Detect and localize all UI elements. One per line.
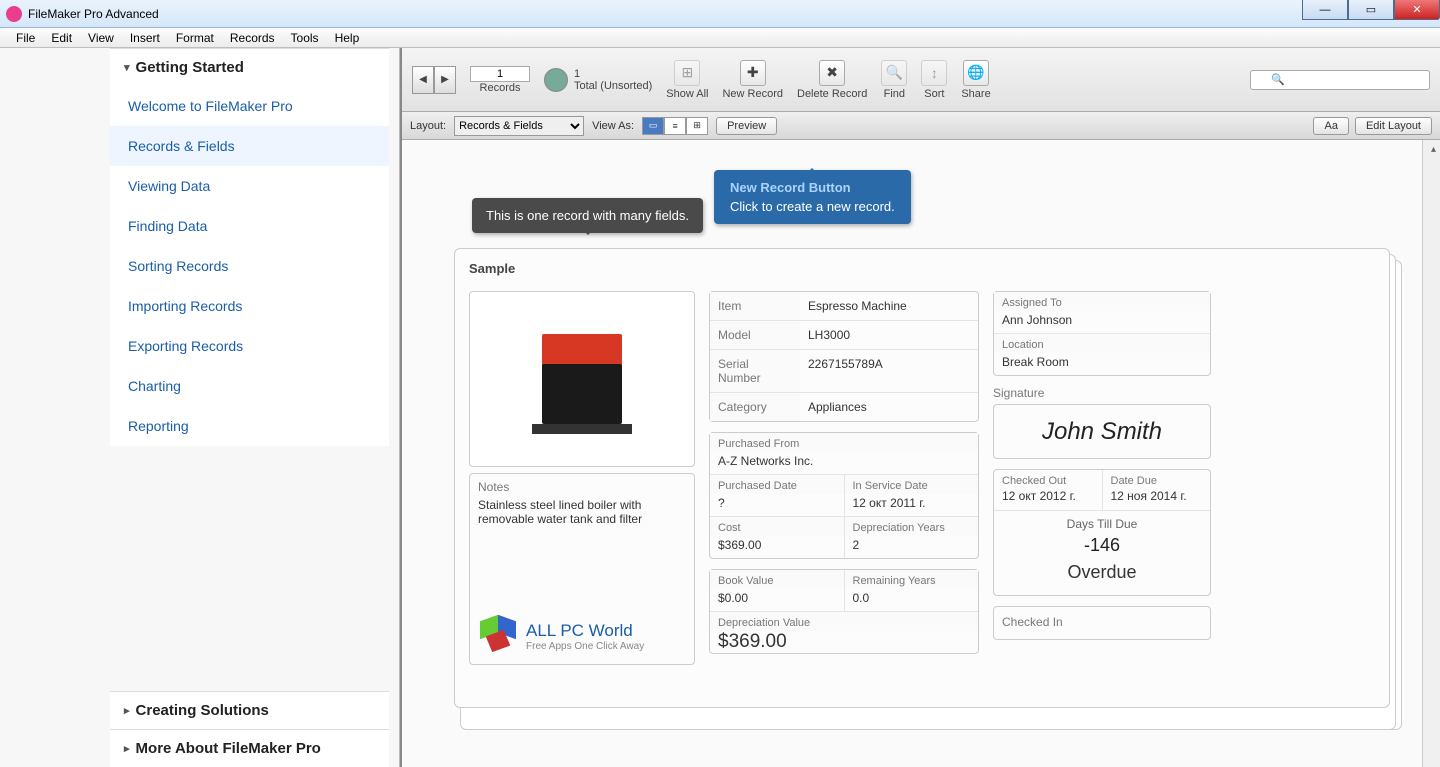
days-till-due-value: -146 [1000,531,1204,560]
menubar: File Edit View Insert Format Records Too… [0,28,1440,48]
menu-tools[interactable]: Tools [283,29,327,47]
layout-selector[interactable]: Records & Fields [454,116,584,136]
menu-edit[interactable]: Edit [43,29,80,47]
view-table-button[interactable]: ⊞ [686,117,708,135]
aa-button[interactable]: Aa [1313,117,1348,135]
scrollbar-vertical[interactable] [1422,140,1440,767]
app-icon [6,6,22,22]
show-all-icon[interactable]: ⊞ [674,60,700,86]
tooltip-new-record: New Record Button Click to create a new … [714,170,911,224]
next-record-button[interactable]: ▶ [434,66,456,94]
sample-label: Sample [469,261,515,276]
sidebar-item-sorting-records[interactable]: Sorting Records [110,246,389,286]
view-form-button[interactable]: ▭ [642,117,664,135]
record-counter: Records [470,66,530,94]
notes-field[interactable]: Notes Stainless steel lined boiler with … [469,473,695,665]
minimize-button[interactable]: — [1302,0,1348,20]
dep-value-field[interactable]: $369.00 [710,627,795,660]
sidebar-item-welcome[interactable]: Welcome to FileMaker Pro [110,86,389,126]
item-field[interactable]: Espresso Machine [800,292,978,320]
maximize-button[interactable]: ▭ [1348,0,1394,20]
category-field[interactable]: Appliances [800,393,978,421]
sidebar-section-getting-started[interactable]: ▾ Getting Started [110,48,389,86]
total-records: 1 Total (Unsorted) [544,68,652,92]
toolbar: ◀ ▶ Records 1 Total (Unsorted) ⊞Show All… [402,48,1440,112]
overdue-status: Overdue [1000,560,1204,589]
dep-years-field[interactable]: 2 [845,536,979,558]
cube-icon [480,618,516,654]
menu-help[interactable]: Help [327,29,368,47]
menu-file[interactable]: File [8,29,43,47]
sidebar-item-reporting[interactable]: Reporting [110,406,389,446]
search-input[interactable] [1250,70,1430,90]
remaining-years-field[interactable]: 0.0 [845,589,979,611]
close-button[interactable]: ✕ [1394,0,1440,20]
value-box: Book Value$0.00 Remaining Years0.0 Depre… [709,569,979,654]
new-record-icon[interactable]: ✚ [740,60,766,86]
sidebar: ▾ Getting Started Welcome to FileMaker P… [0,48,400,767]
book-value-field[interactable]: $0.00 [710,589,844,611]
item-details-box: ItemEspresso Machine ModelLH3000 Serial … [709,291,979,422]
assigned-to-field[interactable]: Ann Johnson [994,311,1210,333]
sidebar-item-exporting-records[interactable]: Exporting Records [110,326,389,366]
sidebar-section-more-about[interactable]: ▸ More About FileMaker Pro [110,729,389,767]
sidebar-item-charting[interactable]: Charting [110,366,389,406]
menu-insert[interactable]: Insert [122,29,168,47]
edit-layout-button[interactable]: Edit Layout [1355,117,1432,135]
content-area: ◀ ▶ Records 1 Total (Unsorted) ⊞Show All… [400,48,1440,767]
sidebar-item-records-fields[interactable]: Records & Fields [110,126,389,166]
menu-records[interactable]: Records [222,29,283,47]
purchased-from-field[interactable]: A-Z Networks Inc. [710,452,978,474]
record-number-input[interactable] [470,66,530,82]
window-titlebar: FileMaker Pro Advanced — ▭ ✕ [0,0,1440,28]
cost-field[interactable]: $369.00 [710,536,844,558]
chevron-down-icon: ▾ [124,61,130,74]
sidebar-item-finding-data[interactable]: Finding Data [110,206,389,246]
product-image[interactable] [469,291,695,467]
serial-field[interactable]: 2267155789A [800,350,978,392]
layout-bar: Layout: Records & Fields View As: ▭ ≡ ⊞ … [402,112,1440,140]
menu-format[interactable]: Format [168,29,222,47]
sidebar-section-creating-solutions[interactable]: ▸ Creating Solutions [110,691,389,729]
date-due-field[interactable]: 12 ноя 2014 г. [1111,489,1187,503]
pie-icon [544,68,568,92]
watermark: ALL PC World Free Apps One Click Away [480,618,684,654]
share-icon[interactable]: 🌐 [963,60,989,86]
model-field[interactable]: LH3000 [800,321,978,349]
assignment-box: Assigned ToAnn Johnson LocationBreak Roo… [993,291,1211,376]
inservice-date-field[interactable]: 12 окт 2011 г. [845,494,979,516]
tooltip-record-fields: This is one record with many fields. [472,198,703,233]
window-title: FileMaker Pro Advanced [28,7,159,21]
view-list-button[interactable]: ≡ [664,117,686,135]
location-field[interactable]: Break Room [994,353,1210,375]
record-nav: ◀ ▶ [412,66,456,94]
preview-button[interactable]: Preview [716,117,777,135]
find-icon[interactable]: 🔍 [881,60,907,86]
sidebar-item-viewing-data[interactable]: Viewing Data [110,166,389,206]
due-box: Checked Out12 окт 2012 г. Date Due12 ноя… [993,469,1211,596]
delete-record-icon[interactable]: ✖ [819,60,845,86]
purchase-box: Purchased FromA-Z Networks Inc. Purchase… [709,432,979,559]
prev-record-button[interactable]: ◀ [412,66,434,94]
checked-in-field[interactable]: Checked In [993,606,1211,640]
chevron-right-icon: ▸ [124,704,130,717]
chevron-right-icon: ▸ [124,742,130,755]
menu-view[interactable]: View [80,29,122,47]
chevron-up-icon: ▴ [1431,144,1436,155]
sort-icon[interactable]: ↕ [921,60,947,86]
espresso-machine-icon [532,324,632,434]
purchased-date-field[interactable]: ? [710,494,844,516]
signature-field[interactable]: John Smith [993,404,1211,459]
checked-out-field[interactable]: 12 окт 2012 г. [1002,489,1076,503]
sidebar-item-importing-records[interactable]: Importing Records [110,286,389,326]
record-card: Sample Notes Stainless steel lined boile… [454,248,1390,708]
